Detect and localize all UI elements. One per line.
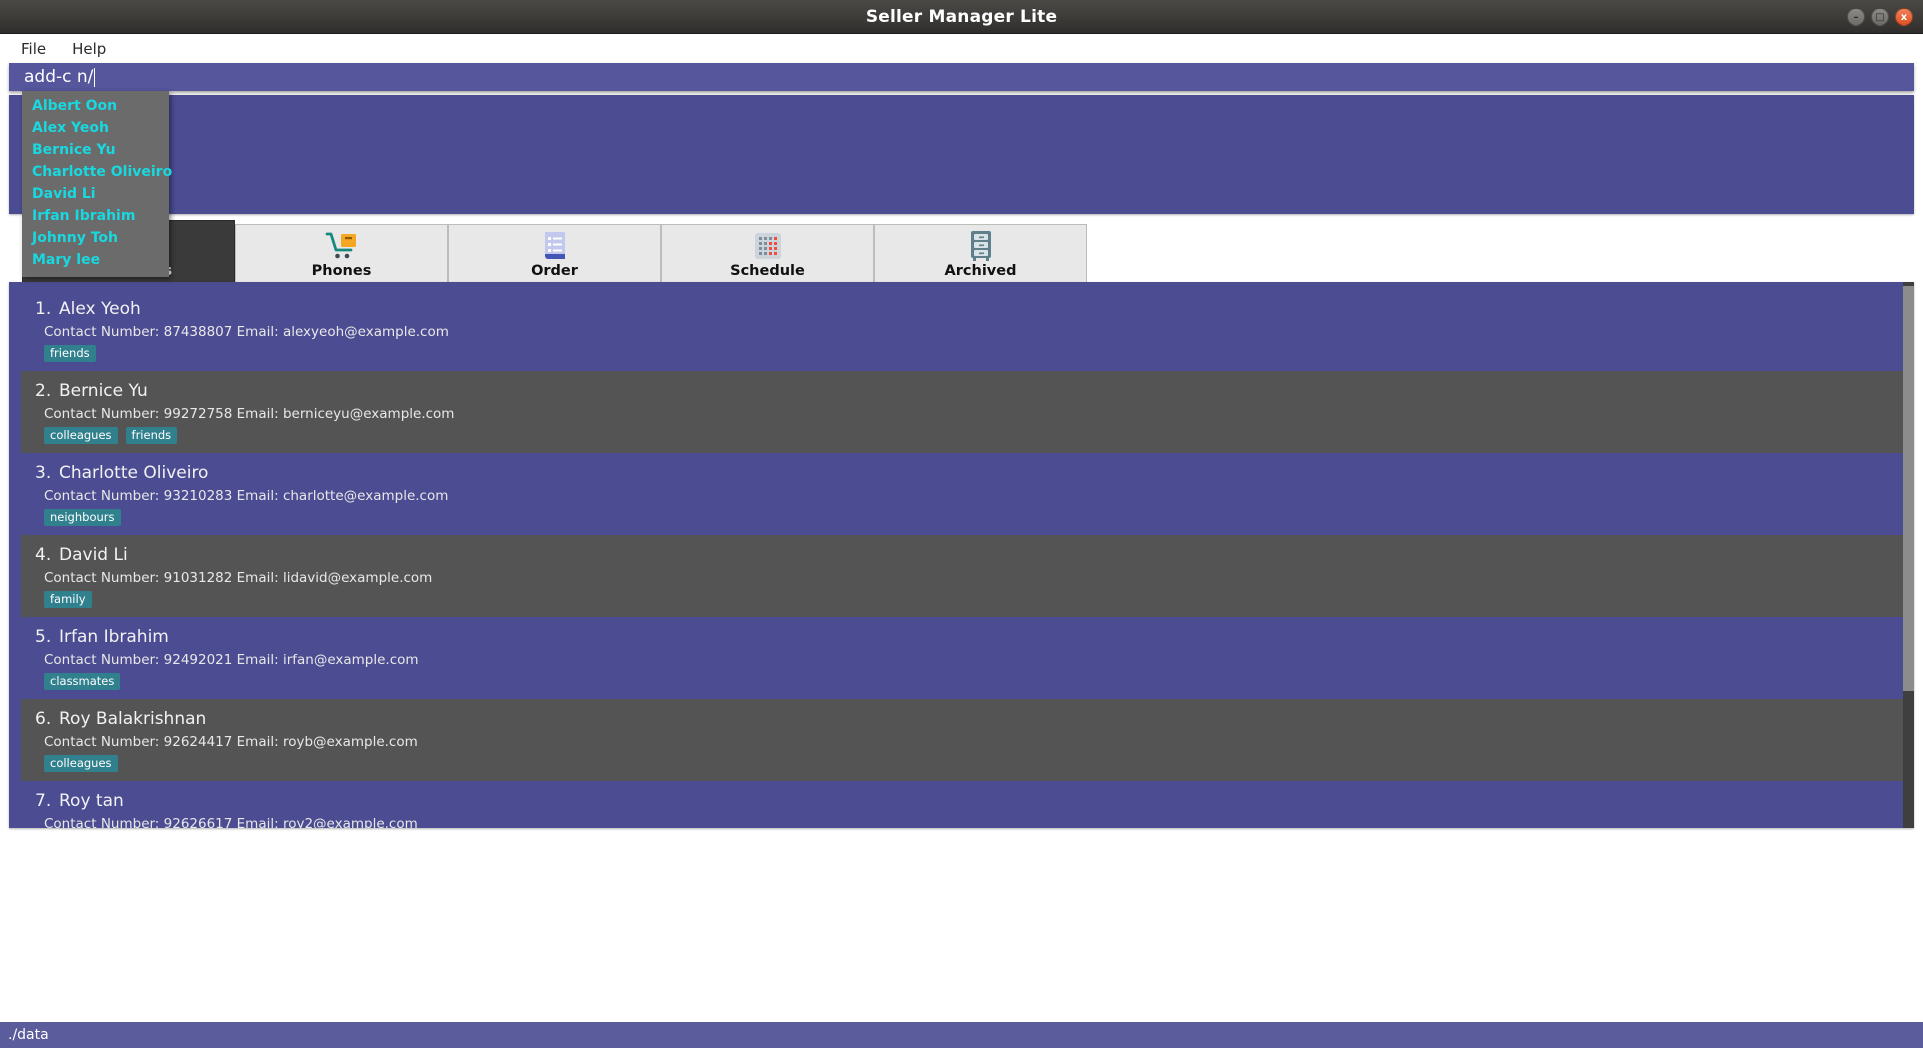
contact-tags: colleagues <box>44 755 1914 772</box>
contact-name: Bernice Yu <box>59 381 148 401</box>
tab-label: Phones <box>311 263 372 279</box>
contact-index: 5. <box>35 627 52 647</box>
result-display-area <box>0 91 1923 214</box>
autocomplete-item[interactable]: Johnny Toh <box>22 227 169 249</box>
tag-chip: classmates <box>44 673 121 690</box>
contact-title: 4. David Li <box>35 545 1914 565</box>
window-title: Seller Manager Lite <box>865 6 1058 27</box>
calendar-icon <box>753 231 783 261</box>
tab-label: Order <box>531 263 578 279</box>
status-path: ./data <box>8 1027 49 1043</box>
menu-item-file[interactable]: File <box>10 37 57 61</box>
contact-name: Roy Balakrishnan <box>59 709 207 729</box>
contact-name: Charlotte Oliveiro <box>59 463 209 483</box>
contact-tags: neighbours <box>44 509 1914 526</box>
contact-list-item[interactable]: 4. David Li Contact Number: 91031282 Ema… <box>21 535 1914 617</box>
autocomplete-item[interactable]: David Li <box>22 183 169 205</box>
tag-chip: family <box>44 591 92 608</box>
contact-list-item[interactable]: 1. Alex Yeoh Contact Number: 87438807 Em… <box>21 289 1914 371</box>
scrollbar-thumb[interactable] <box>1903 286 1914 691</box>
contact-list-item[interactable]: 2. Bernice Yu Contact Number: 99272758 E… <box>21 371 1914 453</box>
contact-list-item[interactable]: 3. Charlotte Oliveiro Contact Number: 93… <box>21 453 1914 535</box>
contact-details: Contact Number: 91031282 Email: lidavid@… <box>44 570 433 586</box>
contact-title: 6. Roy Balakrishnan <box>35 709 1914 729</box>
result-display <box>9 95 1914 214</box>
contact-list-item[interactable]: 5. Irfan Ibrahim Contact Number: 9249202… <box>21 617 1914 699</box>
tag-chip: colleagues <box>44 427 118 444</box>
document-list-icon <box>542 231 568 261</box>
tab-order[interactable]: Order <box>448 224 661 282</box>
contact-tags: classmates <box>44 673 1914 690</box>
shopping-cart-icon <box>325 231 359 261</box>
contact-name: Alex Yeoh <box>59 299 141 319</box>
menu-bar: File Help <box>0 34 1923 63</box>
contact-title: 3. Charlotte Oliveiro <box>35 463 1914 483</box>
contact-index: 2. <box>35 381 52 401</box>
contact-title: 5. Irfan Ibrahim <box>35 627 1914 647</box>
contact-details: Contact Number: 92626617 Email: roy2@exa… <box>44 816 418 828</box>
tab-phones[interactable]: Phones <box>235 224 448 282</box>
tab-schedule[interactable]: Schedule <box>661 224 874 282</box>
contact-list-inner: 1. Alex Yeoh Contact Number: 87438807 Em… <box>9 282 1914 828</box>
close-button[interactable]: x <box>1895 8 1913 26</box>
file-cabinet-icon <box>968 231 994 261</box>
autocomplete-item[interactable]: Albert Oon <box>22 95 169 117</box>
autocomplete-item[interactable]: Mary lee <box>22 249 169 271</box>
list-scrollbar[interactable] <box>1903 282 1914 828</box>
tab-bar: Customers Phones <box>22 220 1923 282</box>
contact-details: Contact Number: 92492021 Email: irfan@ex… <box>44 652 419 668</box>
tag-chip: colleagues <box>44 755 118 772</box>
menu-item-help[interactable]: Help <box>61 37 117 61</box>
contact-index: 6. <box>35 709 52 729</box>
contact-tags: colleagues friends <box>44 427 1914 444</box>
tab-label: Archived <box>944 263 1017 279</box>
text-caret <box>94 67 96 87</box>
maximize-button[interactable]: □ <box>1871 8 1889 26</box>
contact-tags: friends <box>44 345 1914 362</box>
tab-label: Schedule <box>730 263 805 279</box>
autocomplete-item[interactable]: Charlotte Oliveiro <box>22 161 172 183</box>
autocomplete-item[interactable]: Irfan Ibrahim <box>22 205 169 227</box>
command-input[interactable]: add-c n/ <box>9 63 1914 91</box>
autocomplete-dropdown[interactable]: Albert Oon Alex Yeoh Bernice Yu Charlott… <box>22 91 172 277</box>
contact-name: Irfan Ibrahim <box>59 627 169 647</box>
contact-index: 4. <box>35 545 52 565</box>
contact-list-item[interactable]: 6. Roy Balakrishnan Contact Number: 9262… <box>21 699 1914 781</box>
contact-list-item[interactable]: 7. Roy tan Contact Number: 92626617 Emai… <box>21 781 1914 828</box>
tag-chip: friends <box>125 427 178 444</box>
minimize-button[interactable]: – <box>1847 8 1865 26</box>
contact-details: Contact Number: 93210283 Email: charlott… <box>44 488 449 504</box>
contact-title: 2. Bernice Yu <box>35 381 1914 401</box>
contact-details: Contact Number: 87438807 Email: alexyeoh… <box>44 324 449 340</box>
autocomplete-item[interactable]: Bernice Yu <box>22 139 169 161</box>
command-input-value: add-c n/ <box>24 67 94 87</box>
contact-name: David Li <box>59 545 128 565</box>
contact-title: 7. Roy tan <box>35 791 1914 811</box>
contact-list[interactable]: 1. Alex Yeoh Contact Number: 87438807 Em… <box>9 282 1914 828</box>
contact-title: 1. Alex Yeoh <box>35 299 1914 319</box>
contact-details: Contact Number: 92624417 Email: royb@exa… <box>44 734 418 750</box>
window-controls: – □ x <box>1847 0 1913 34</box>
command-area: add-c n/ Albert Oon Alex Yeoh Bernice Yu… <box>0 63 1923 277</box>
contact-index: 3. <box>35 463 52 483</box>
contact-index: 1. <box>35 299 52 319</box>
contact-tags: family <box>44 591 1914 608</box>
tag-chip: friends <box>44 345 96 362</box>
tab-archived[interactable]: Archived <box>874 224 1087 282</box>
contact-name: Roy tan <box>59 791 124 811</box>
title-bar: Seller Manager Lite – □ x <box>0 0 1923 34</box>
contact-details: Contact Number: 99272758 Email: bernicey… <box>44 406 455 422</box>
contact-index: 7. <box>35 791 52 811</box>
status-bar: ./data <box>0 1022 1923 1048</box>
tag-chip: neighbours <box>44 509 121 526</box>
autocomplete-item[interactable]: Alex Yeoh <box>22 117 169 139</box>
